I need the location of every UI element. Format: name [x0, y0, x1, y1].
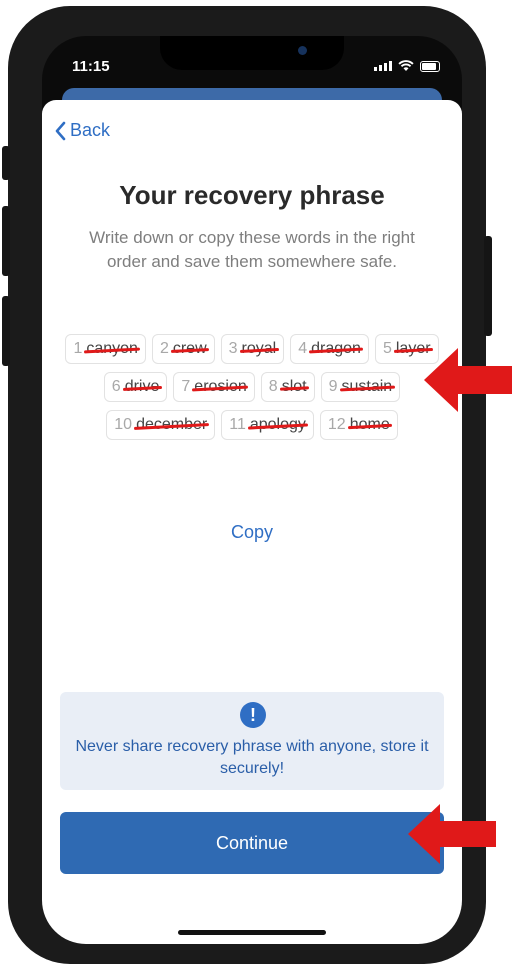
recovery-word-chip: 2 crew — [151, 334, 215, 364]
recovery-word-index: 6 — [111, 378, 121, 395]
camera-icon — [298, 46, 307, 55]
warning-banner: ! Never share recovery phrase with anyon… — [60, 692, 444, 790]
recovery-word-text: apology — [249, 416, 306, 433]
recovery-word-index: 5 — [382, 340, 392, 357]
recovery-word-index: 1 — [73, 340, 83, 357]
recovery-word-chip: 8 slot — [260, 372, 315, 402]
recovery-word-text: dragon — [311, 340, 361, 357]
copy-button[interactable]: Copy — [42, 522, 462, 543]
recovery-word-chip: 3 royal — [220, 334, 285, 364]
recovery-word-text: canyon — [86, 340, 138, 357]
back-button[interactable]: Back — [54, 120, 110, 141]
recovery-word-chip: 10 december — [106, 410, 216, 440]
recovery-word-chip: 12 home — [319, 410, 398, 440]
battery-icon — [420, 60, 440, 72]
recovery-phrase-sheet: Back Your recovery phrase Write down or … — [42, 100, 462, 944]
notch — [160, 36, 344, 70]
volume-down-button — [2, 296, 10, 366]
recovery-word-chip: 1 canyon — [65, 334, 146, 364]
recovery-word-text: erosion — [194, 378, 247, 395]
chevron-left-icon — [55, 121, 66, 140]
recovery-word-chip: 4 dragon — [290, 334, 369, 364]
recovery-word-index: 7 — [181, 378, 191, 395]
recovery-word-text: royal — [241, 340, 277, 357]
recovery-word-index: 11 — [229, 416, 246, 433]
recovery-word-text: december — [136, 416, 208, 433]
recovery-word-text: slot — [281, 378, 307, 395]
status-time: 11:15 — [72, 58, 110, 75]
recovery-word-chip: 7 erosion — [173, 372, 255, 402]
recovery-word-index: 3 — [228, 340, 238, 357]
recovery-word-text: crew — [172, 340, 207, 357]
phone-screen: 11:15 Back Your recovery phrase Write do… — [42, 36, 462, 944]
back-label: Back — [70, 120, 111, 140]
recovery-word-index: 4 — [298, 340, 308, 357]
recovery-word-chip: 11 apology — [221, 410, 314, 440]
recovery-word-index: 10 — [114, 416, 133, 433]
power-button — [484, 236, 492, 336]
recovery-word-chip: 6 drive — [103, 372, 168, 402]
annotation-arrow-icon — [424, 348, 512, 412]
recovery-word-grid: 1 canyon 2 crew 3 royal 4 dragon 5 layer 6 drive 7 er… — [56, 334, 448, 440]
continue-button[interactable]: Continue — [60, 812, 444, 874]
annotation-arrow-icon — [408, 804, 496, 864]
recovery-word-index: 9 — [328, 378, 338, 395]
wifi-icon — [398, 60, 414, 71]
recovery-word-index: 12 — [327, 416, 346, 433]
recovery-word-text: home — [349, 416, 390, 433]
recovery-word-text: drive — [124, 378, 160, 395]
status-icons — [374, 60, 440, 72]
home-indicator — [178, 930, 326, 935]
recovery-word-text: sustain — [341, 378, 393, 395]
signal-icon — [374, 61, 392, 71]
page-subtitle: Write down or copy these words in the ri… — [89, 228, 415, 271]
recovery-word-index: 2 — [159, 340, 169, 357]
screenshot-stage: 11:15 Back Your recovery phrase Write do… — [0, 0, 512, 968]
exclamation-icon: ! — [240, 702, 266, 728]
mute-switch — [2, 146, 10, 180]
volume-up-button — [2, 206, 10, 276]
continue-label: Continue — [215, 832, 289, 853]
warning-text: Never share recovery phrase with anyone,… — [75, 738, 429, 777]
page-title: Your recovery phrase — [119, 180, 385, 210]
recovery-word-chip: 9 sustain — [320, 372, 401, 402]
recovery-word-index: 8 — [268, 378, 278, 395]
